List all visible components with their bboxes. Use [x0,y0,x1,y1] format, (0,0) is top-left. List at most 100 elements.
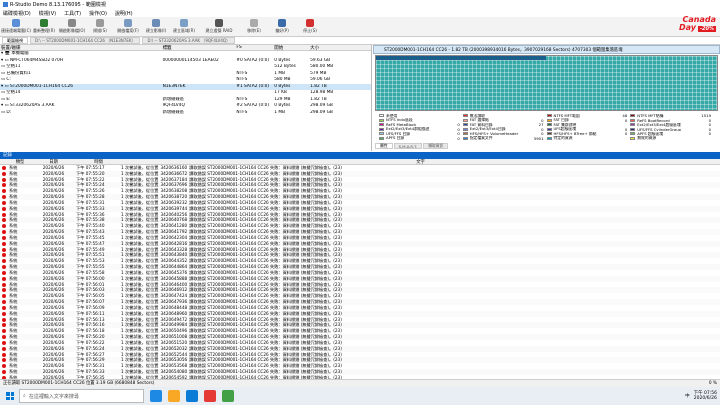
error-icon [2,270,6,275]
column-header[interactable]: 標籤 [162,45,236,50]
menu-bar: 磁碟檢視(D) 檢視(V) 工具(T) 操作(O) 說明(H) [0,9,720,17]
tab-2[interactable]: D:\ -- ST3320620AS 3.AAK （9QF4LV4Q） [142,37,236,44]
toolbar-button-0[interactable]: 連接遠端電腦(C) [1,17,31,36]
menu-item-4[interactable]: 說明(H) [115,10,133,17]
log-msg-suffix: 讀取錯誤 ST2000DM001-1CH164 CC26 失敗：資料標錯 (無聲… [189,287,342,293]
error-icon [2,241,6,246]
toolbar-button-9[interactable]: 偏好(P) [268,17,296,36]
title-bar: R-Studio Demo 8.13.176095 - 範圍檢視 [0,0,720,9]
clock-date: 2020/6/26 [693,396,717,401]
error-icon [2,335,6,340]
column-header[interactable]: 大小 [309,45,371,50]
log-msg-suffix: 讀取錯誤 ST2000DM001-1CH164 CC26 失敗：資料標錯 (無聲… [189,223,342,229]
error-icon [2,177,6,182]
file-explorer-icon[interactable] [168,390,180,402]
legend-item: FAT 集群對映 [546,123,631,127]
column-header[interactable]: 開始 [273,45,309,50]
tab-0[interactable]: 範圍檢視 [2,37,28,44]
promo-badge[interactable]: Canada Day -20% [658,16,716,36]
toolbar-button-4[interactable]: 開啟檔案(F) [114,17,142,36]
log-column-header[interactable]: 文字 [121,159,720,165]
edge-browser-icon[interactable] [186,390,198,402]
legend-item: Ext2/Ext3/Ext4群組描述 0 [379,127,463,131]
log-column-header[interactable]: 日期 [31,159,76,165]
log-column-header[interactable] [0,159,9,164]
toolbar-button-6[interactable]: 建立區域(R) [170,17,198,36]
status-bar: 正在讀取 ST2000DM001-1CH164 CC26 位置 3.19 GB … [0,379,720,387]
log-msg-prefix: 1 次嘗試後，從位置 [121,188,159,194]
error-icon [2,265,6,270]
chrome-browser-icon[interactable] [204,390,216,402]
error-icon [2,253,6,258]
error-icon [2,364,6,369]
legend-label: HFS/HFS+ BTree+ 節點 [553,131,597,136]
menu-item-3[interactable]: 操作(O) [89,10,107,17]
log-panel-title: 記錄 [0,152,720,159]
log-msg-position: 3420646400 [160,281,188,287]
legend-swatch [462,118,468,122]
log-msg-suffix: 讀取錯誤 ST2000DM001-1CH164 CC26 失敗：資料標錯 (無聲… [189,269,342,275]
column-header[interactable]: 裝置/磁碟 [0,45,162,50]
legend-swatch [630,136,636,140]
log-msg-position: 3420652544 [160,351,188,357]
rstudio-taskbar-icon[interactable] [222,390,234,402]
log-msg-prefix: 1 次嘗試後，從位置 [121,293,159,299]
input-language[interactable]: 中 [685,393,690,399]
log-msg-prefix: 1 次嘗試後，從位置 [121,223,159,229]
legend-swatch [630,114,636,118]
error-icon [2,369,6,374]
drive-row[interactable]: ▭ D: 新增磁碟區 NTFS 1 MB 298.09 GB [0,110,371,117]
log-msg-prefix: 1 次嘗試後，從位置 [121,246,159,252]
legend-swatch [630,132,636,136]
menu-item-2[interactable]: 工具(T) [64,10,81,17]
toolbar-button-2[interactable]: 開啟影像檔(O) [58,17,86,36]
log-msg-suffix: 讀取錯誤 ST2000DM001-1CH164 CC26 失敗：資料標錯 (無聲… [189,229,342,235]
log-column-header[interactable]: 類型 [9,159,31,165]
log-msg-position: 3420644352 [160,258,188,264]
legend-value: 0 [708,131,711,136]
toolbar-button-1[interactable]: 重新整理(R) [30,17,58,36]
status-progress: 0 % [708,381,717,386]
log-msg-prefix: 1 次嘗試後，從位置 [121,299,159,305]
error-icon [2,288,6,293]
toolbar-button-10[interactable]: 停止(S) [296,17,324,36]
legend-item: Ext2/Ext3/Ext4超級區塊 0 [630,123,714,127]
log-msg-prefix: 1 次嘗試後，從位置 [121,334,159,340]
legend-value: 27 [538,122,544,127]
region-tab-1[interactable]: S.M.A.R.T. [393,143,423,149]
taskbar-clock[interactable]: 下午 07:56 2020/6/26 [694,391,717,401]
toolbar-button-5[interactable]: 建立影像(I) [142,17,170,36]
column-header[interactable]: FS [235,45,273,50]
toolbar-button-8[interactable]: 移除(E) [240,17,268,36]
toolbar-button-7[interactable]: 建立虛擬 RAID [198,17,240,36]
toolbar-button-label: 建立影像(I) [145,28,167,33]
windows-start-icon[interactable] [3,389,17,403]
region-tab-2[interactable]: 擷取資訊 [423,143,449,149]
legend-item: 無法讀取 [462,114,547,118]
task-view-icon[interactable] [150,390,162,402]
error-icon [2,247,6,252]
log-msg-suffix: 讀取錯誤 ST2000DM001-1CH164 CC26 失敗：資料標錯 (無聲… [189,368,342,374]
menu-item-0[interactable]: 磁碟檢視(D) [3,10,31,17]
promo-discount: -20% [697,26,716,32]
log-msg-position: 3420641792 [160,229,188,235]
legend-item: APFS 目錄 0 [379,136,463,140]
log-msg-prefix: 1 次嘗試後，從位置 [121,275,159,281]
log-msg-suffix: 讀取錯誤 ST2000DM001-1CH164 CC26 失敗：資料標錯 (無聲… [189,357,342,363]
toolbar-button-label: 開啟檔案(F) [117,28,139,33]
log-msg-prefix: 1 次嘗試後，從位置 [121,316,159,322]
menu-item-1[interactable]: 檢視(V) [39,10,56,17]
log-column-header[interactable]: 時間 [76,159,121,165]
region-tab-0[interactable]: 屬性 [375,143,393,149]
toolbar-button-3[interactable]: 掃描(S) [86,17,114,36]
tab-1[interactable]: D:\ -- ST2000DM001-1CH164 CC26 （N1E3N7EK… [30,37,141,44]
log-msg-prefix: 1 次嘗試後，從位置 [121,339,159,345]
log-msg-position: 3420652032 [160,345,188,351]
taskbar-search-input[interactable]: ⌕ 在這裡輸入文字來搜尋 [19,389,144,403]
log-msg-prefix: 1 次嘗試後，從位置 [121,211,159,217]
region-block-map[interactable] [375,55,718,111]
log-msg-prefix: 1 次嘗試後，從位置 [121,217,159,223]
legend-label: NTFS MFT結構 [637,114,664,118]
log-msg-position: 3420641280 [160,223,188,229]
legend-value: 5901 [533,136,544,140]
